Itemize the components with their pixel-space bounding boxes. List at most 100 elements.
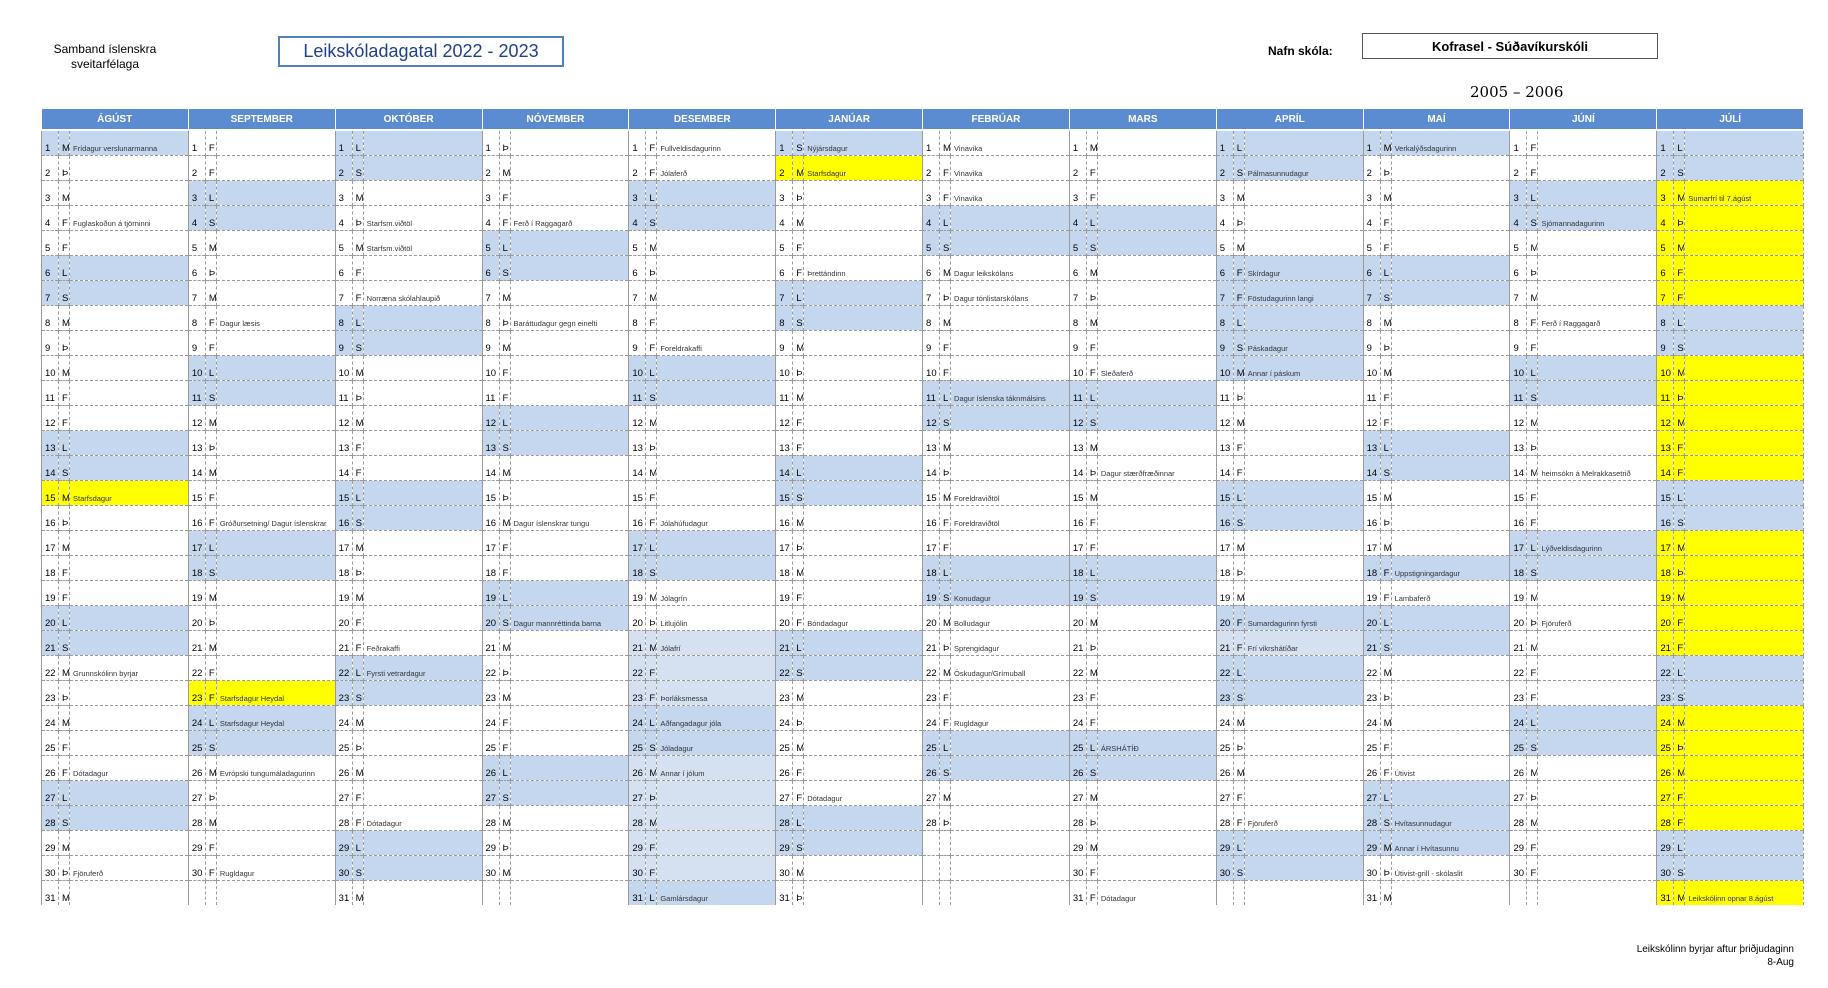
day-event-cell[interactable]: [1537, 504, 1658, 530]
day-event-cell[interactable]: [656, 304, 777, 330]
day-number-cell[interactable]: 14: [1509, 454, 1528, 480]
day-number-cell[interactable]: 3: [1068, 179, 1087, 205]
day-letter-cell[interactable]: M: [205, 279, 217, 305]
day-event-cell[interactable]: Konudagur: [950, 579, 1070, 605]
day-number-cell[interactable]: 14: [41, 454, 59, 480]
day-event-cell[interactable]: [803, 329, 924, 355]
day-event-cell[interactable]: [1684, 779, 1805, 805]
day-event-cell[interactable]: Rugldagur: [950, 704, 1070, 730]
day-event-cell[interactable]: [363, 329, 483, 355]
day-letter-cell[interactable]: M: [1233, 354, 1245, 380]
day-letter-cell[interactable]: F: [1086, 179, 1098, 205]
day-number-cell[interactable]: 23: [628, 679, 647, 705]
day-letter-cell[interactable]: L: [1086, 379, 1098, 405]
day-number-cell[interactable]: 5: [41, 229, 59, 255]
day-letter-cell[interactable]: L: [1380, 779, 1392, 805]
day-letter-cell[interactable]: L: [1380, 254, 1392, 280]
day-event-cell[interactable]: Dagur íslenskrar tungu: [510, 504, 630, 530]
day-event-cell[interactable]: [363, 829, 483, 855]
day-event-cell[interactable]: [1391, 304, 1511, 330]
day-letter-cell[interactable]: S: [1233, 504, 1245, 530]
day-event-cell[interactable]: [1244, 679, 1364, 705]
day-number-cell[interactable]: 19: [1509, 579, 1528, 605]
day-letter-cell[interactable]: F: [352, 429, 364, 455]
day-number-cell[interactable]: 23: [1509, 679, 1528, 705]
day-number-cell[interactable]: 9: [1362, 329, 1381, 355]
day-event-cell[interactable]: [1097, 804, 1217, 830]
day-event-cell[interactable]: [69, 879, 189, 905]
day-event-cell[interactable]: [69, 604, 189, 630]
day-number-cell[interactable]: 1: [922, 129, 941, 155]
day-event-cell[interactable]: [69, 404, 189, 430]
day-number-cell[interactable]: 6: [187, 254, 206, 280]
day-letter-cell[interactable]: M: [1380, 654, 1392, 680]
day-number-cell[interactable]: 6: [1362, 254, 1381, 280]
day-number-cell[interactable]: 31: [1362, 879, 1381, 905]
day-letter-cell[interactable]: Þ: [352, 379, 364, 405]
day-letter-cell[interactable]: M: [58, 829, 70, 855]
day-event-cell[interactable]: Dótadagur: [363, 804, 483, 830]
day-letter-cell[interactable]: S: [58, 804, 70, 830]
day-event-cell[interactable]: [1684, 729, 1805, 755]
day-event-cell[interactable]: [1684, 129, 1805, 155]
day-letter-cell[interactable]: Þ: [939, 454, 952, 480]
day-event-cell[interactable]: Jólafrí: [656, 629, 777, 655]
day-number-cell[interactable]: 29: [775, 829, 794, 855]
day-event-cell[interactable]: [1244, 179, 1364, 205]
day-number-cell[interactable]: 26: [187, 754, 206, 780]
day-event-cell[interactable]: [950, 454, 1070, 480]
day-event-cell[interactable]: [1391, 254, 1511, 280]
day-number-cell[interactable]: 2: [1509, 154, 1528, 180]
day-event-cell[interactable]: [363, 779, 483, 805]
day-event-cell[interactable]: [803, 554, 924, 580]
day-number-cell[interactable]: 21: [187, 629, 206, 655]
day-letter-cell[interactable]: L: [645, 704, 658, 730]
day-number-cell[interactable]: 29: [1656, 829, 1675, 855]
day-letter-cell[interactable]: Þ: [1086, 454, 1098, 480]
day-event-cell[interactable]: [510, 129, 630, 155]
day-event-cell[interactable]: [510, 329, 630, 355]
day-event-cell[interactable]: [803, 879, 924, 905]
day-letter-cell[interactable]: S: [58, 454, 70, 480]
day-letter-cell[interactable]: L: [1086, 729, 1098, 755]
day-letter-cell[interactable]: F: [939, 504, 952, 530]
day-number-cell[interactable]: 25: [1068, 729, 1087, 755]
day-number-cell[interactable]: 27: [1656, 779, 1675, 805]
day-event-cell[interactable]: [803, 804, 924, 830]
day-event-cell[interactable]: Jólahúfudagur: [656, 504, 777, 530]
day-letter-cell[interactable]: F: [1086, 704, 1098, 730]
day-number-cell[interactable]: 8: [628, 304, 647, 330]
day-event-cell[interactable]: [950, 729, 1070, 755]
day-letter-cell[interactable]: Þ: [1526, 429, 1539, 455]
day-event-cell[interactable]: Sumarfrí til 7.ágúst: [1684, 179, 1805, 205]
day-event-cell[interactable]: [216, 829, 336, 855]
day-number-cell[interactable]: 29: [1215, 829, 1234, 855]
day-event-cell[interactable]: Skírdagur: [1244, 254, 1364, 280]
day-event-cell[interactable]: [1097, 679, 1217, 705]
day-number-cell[interactable]: 28: [481, 804, 500, 830]
day-event-cell[interactable]: [1684, 654, 1805, 680]
day-event-cell[interactable]: [1684, 229, 1805, 255]
day-number-cell[interactable]: 5: [1068, 229, 1087, 255]
day-letter-cell[interactable]: Þ: [352, 554, 364, 580]
day-letter-cell[interactable]: M: [1086, 829, 1098, 855]
day-number-cell[interactable]: 11: [41, 379, 59, 405]
day-event-cell[interactable]: [1684, 354, 1805, 380]
day-letter-cell[interactable]: F: [645, 479, 658, 505]
day-event-cell[interactable]: [1097, 304, 1217, 330]
day-event-cell[interactable]: [950, 529, 1070, 555]
day-letter-cell[interactable]: S: [1673, 679, 1686, 705]
day-letter-cell[interactable]: F: [645, 154, 658, 180]
day-event-cell[interactable]: [69, 279, 189, 305]
day-event-cell[interactable]: [803, 479, 924, 505]
day-number-cell[interactable]: 1: [481, 129, 500, 155]
day-event-cell[interactable]: [69, 529, 189, 555]
day-number-cell[interactable]: 27: [334, 779, 353, 805]
day-letter-cell[interactable]: S: [645, 554, 658, 580]
day-number-cell[interactable]: 4: [334, 204, 353, 230]
day-event-cell[interactable]: [216, 529, 336, 555]
day-letter-cell[interactable]: S: [499, 779, 511, 805]
day-letter-cell[interactable]: M: [1673, 579, 1686, 605]
day-number-cell[interactable]: 28: [1362, 804, 1381, 830]
day-letter-cell[interactable]: S: [939, 229, 952, 255]
